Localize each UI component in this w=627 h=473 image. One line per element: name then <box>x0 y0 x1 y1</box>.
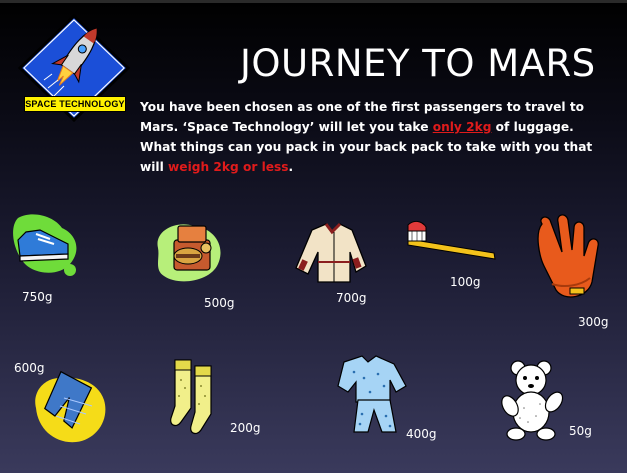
sneaker-icon <box>13 214 77 276</box>
weight-label-lunchbox: 500g <box>204 296 235 310</box>
weight-label-toothbrush: 100g <box>450 275 481 289</box>
weight-limit-highlight: weigh 2kg or less <box>168 160 289 174</box>
item-pajamas[interactable] <box>334 352 414 441</box>
item-jeans[interactable] <box>30 368 110 451</box>
intro-text-3: . <box>288 160 294 174</box>
weight-label-socks: 200g <box>230 421 261 435</box>
teddy-bear-icon <box>501 360 564 441</box>
intro-paragraph: You have been chosen as one of the first… <box>140 97 610 177</box>
weight-label-jacket: 700g <box>336 291 367 305</box>
luggage-limit-highlight: only 2kg <box>432 120 492 134</box>
top-border <box>0 0 627 3</box>
item-socks[interactable] <box>165 356 229 443</box>
glove-icon <box>537 214 599 298</box>
socks-icon <box>170 359 212 435</box>
weight-label-glove: 300g <box>578 315 609 329</box>
toothbrush-icon <box>407 220 496 260</box>
item-sneaker[interactable] <box>10 212 85 287</box>
weight-label-teddy-bear: 50g <box>569 424 592 438</box>
pajamas-icon <box>337 355 407 433</box>
weight-label-jeans: 600g <box>14 361 45 375</box>
jacket-icon <box>295 222 367 283</box>
lunchbox-icon <box>157 224 221 282</box>
item-lunchbox[interactable] <box>148 218 228 293</box>
item-jacket[interactable] <box>290 218 375 293</box>
page-title: JOURNEY TO MARS <box>240 42 596 85</box>
weight-label-sneaker: 750g <box>22 290 53 304</box>
item-glove[interactable] <box>528 210 604 311</box>
weight-label-pajamas: 400g <box>406 427 437 441</box>
item-toothbrush[interactable] <box>402 215 502 270</box>
logo-label: SPACE TECHNOLOGY <box>24 96 126 112</box>
jeans-icon <box>35 370 106 443</box>
item-teddy-bear[interactable] <box>498 358 570 447</box>
